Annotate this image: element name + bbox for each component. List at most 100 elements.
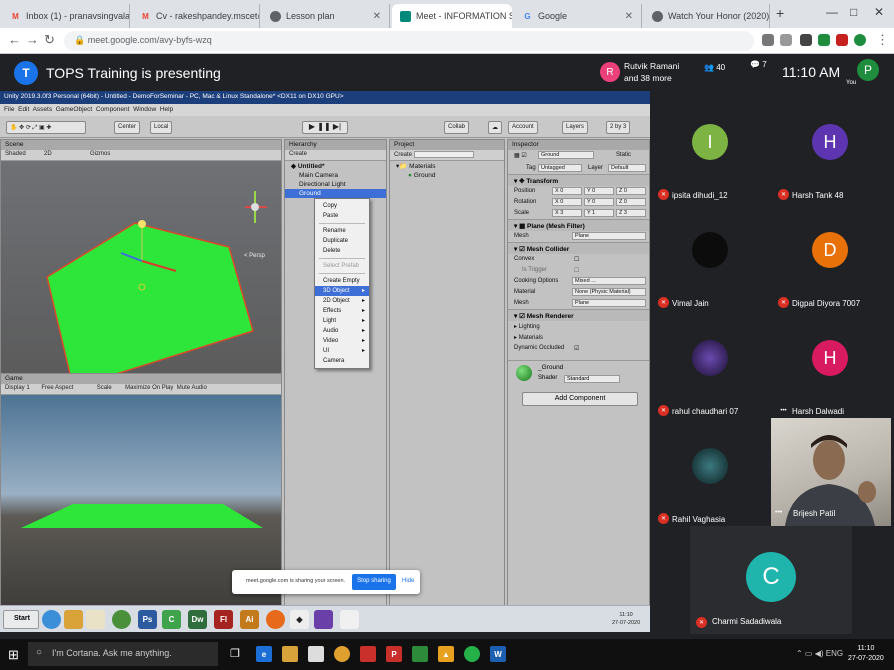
tag-dropdown[interactable]: Untagged — [538, 164, 582, 172]
illustrator-icon[interactable]: Ai — [240, 610, 259, 629]
firefox-icon[interactable] — [266, 610, 285, 629]
hierarchy-item[interactable]: Directional Light — [285, 180, 386, 189]
convex-checkbox[interactable]: ☐ — [574, 256, 579, 263]
trigger-checkbox[interactable]: ☐ — [574, 267, 579, 274]
store-icon[interactable] — [308, 646, 324, 662]
add-component-button[interactable]: Add Component — [522, 392, 638, 406]
edge-icon[interactable]: e — [256, 646, 272, 662]
tab-cv[interactable]: M Cv - rakeshpandey.mscet@b ✕ — [132, 4, 260, 28]
account-button[interactable]: Account — [508, 121, 538, 134]
context-menu-item[interactable]: Duplicate — [315, 236, 369, 246]
pos-x-field[interactable]: X 0 — [552, 187, 582, 195]
minimize-icon[interactable]: — — [826, 5, 838, 19]
new-tab-button[interactable]: + — [776, 5, 784, 21]
menu-assets[interactable]: Assets — [33, 106, 53, 113]
hierarchy-item[interactable]: Main Camera — [285, 171, 386, 180]
stop-sharing-button[interactable]: Stop sharing — [352, 574, 396, 590]
unity-icon[interactable]: ◆ — [290, 610, 309, 629]
context-menu-item[interactable]: Paste — [315, 211, 369, 221]
hierarchy-item-selected[interactable]: Ground — [285, 189, 386, 198]
extension-icon[interactable] — [836, 34, 848, 46]
participant-tile[interactable]: ✕ Vimal Jain — [656, 222, 766, 326]
play-controls[interactable]: ▶ ❚❚ ▶| — [302, 121, 348, 134]
tab-lesson-plan[interactable]: Lesson plan ✕ — [262, 4, 390, 28]
gizmos-dropdown[interactable]: Gizmos — [90, 151, 110, 157]
mesh-field[interactable]: Plane — [572, 232, 646, 240]
menu-component[interactable]: Component — [96, 106, 130, 113]
object-name-field[interactable]: Ground — [538, 151, 594, 159]
menu-edit[interactable]: Edit — [18, 106, 29, 113]
pivot-center-button[interactable]: Center — [114, 121, 141, 134]
ie-icon[interactable] — [42, 610, 61, 629]
powerpoint-icon[interactable]: P — [386, 646, 402, 662]
collab-button[interactable]: Collab — [444, 121, 470, 134]
persp-label[interactable]: < Persp — [244, 253, 265, 259]
create-dropdown[interactable]: Create — [394, 152, 412, 158]
extension-icon[interactable] — [818, 34, 830, 46]
menu-window[interactable]: Window — [133, 106, 156, 113]
maximize-toggle[interactable]: Maximize On Play — [125, 385, 173, 391]
layer-dropdown[interactable]: Default — [608, 164, 646, 172]
context-menu-item[interactable]: Effects ▸ — [315, 306, 369, 316]
participant-tile[interactable]: I ✕ ipsita dihudi_12 — [656, 114, 766, 218]
chrome-icon[interactable] — [112, 610, 131, 629]
participant-video-tile[interactable]: ••• Brijesh Patil — [771, 418, 891, 526]
menu-help[interactable]: Help — [160, 106, 173, 113]
2d-toggle[interactable]: 2D — [44, 151, 52, 157]
transform-header[interactable]: ▾ ✥ Transform — [508, 174, 649, 186]
menu-icon[interactable]: ⋮ — [876, 32, 889, 48]
chrome-icon[interactable] — [334, 646, 350, 662]
forward-icon[interactable]: → — [26, 32, 39, 47]
task-view-icon[interactable]: ❐ — [230, 647, 240, 660]
close-window-icon[interactable]: ✕ — [874, 5, 884, 19]
layers-dropdown[interactable]: Layers — [562, 121, 589, 134]
url-field[interactable]: 🔒 meet.google.com/avy-byfs-wzq — [64, 31, 754, 51]
lighting-row[interactable]: ▸ Lighting — [508, 321, 649, 332]
folder-icon[interactable] — [64, 610, 83, 629]
back-icon[interactable]: ← — [8, 32, 21, 47]
context-menu-item[interactable]: 3D Object ▸ — [315, 286, 369, 296]
project-tab[interactable]: Project — [390, 140, 504, 150]
static-label[interactable]: Static — [616, 152, 631, 158]
context-menu-item[interactable]: 2D Object ▸ — [315, 296, 369, 306]
hierarchy-tab[interactable]: Hierarchy — [285, 140, 386, 150]
context-menu-item[interactable]: Audio ▸ — [315, 326, 369, 336]
camtasia-icon[interactable]: C — [162, 610, 181, 629]
chat-button[interactable]: 💬 7 — [750, 60, 767, 69]
context-menu-item[interactable]: Light ▸ — [315, 316, 369, 326]
collider-mesh-field[interactable]: Plane — [572, 299, 646, 307]
cortana-search[interactable]: ○ I'm Cortana. Ask me anything. — [28, 642, 218, 666]
maximize-icon[interactable]: □ — [850, 5, 857, 19]
participant-tile[interactable]: ✕ rahul chaudhari 07 — [656, 330, 766, 434]
scene-root[interactable]: ◆ Untitled* — [285, 161, 386, 171]
context-menu-item[interactable]: Create Empty — [315, 276, 369, 286]
camera-icon[interactable] — [762, 34, 774, 46]
scene-viewport[interactable]: < Persp — [1, 161, 281, 388]
aspect-dropdown[interactable]: Free Aspect — [41, 385, 73, 391]
file-explorer-icon[interactable] — [282, 646, 298, 662]
project-search-input[interactable] — [413, 151, 474, 158]
context-menu-item[interactable]: Copy — [315, 201, 369, 211]
menu-gameobject[interactable]: GameObject — [56, 106, 93, 113]
create-dropdown[interactable]: Create — [289, 151, 307, 157]
system-clock[interactable]: 11:10 27-07-2020 — [848, 644, 884, 664]
context-menu-item[interactable]: Camera — [315, 356, 369, 366]
tab-watch[interactable]: Watch Your Honor (2020) Sea ✕ — [644, 4, 770, 28]
menu-file[interactable]: File — [4, 106, 14, 113]
whatsapp-icon[interactable] — [464, 646, 480, 662]
participant-tile[interactable]: H ✕ Harsh Tank 48 — [776, 114, 886, 218]
explorer-icon[interactable] — [86, 610, 105, 629]
materials-row[interactable]: ▸ Materials — [508, 332, 649, 343]
shield-icon[interactable] — [800, 34, 812, 46]
vlc-icon[interactable]: ▲ — [438, 646, 454, 662]
reload-icon[interactable]: ↻ — [44, 32, 55, 48]
raised-hand-info[interactable]: Rutvik Ramani and 38 more — [624, 60, 679, 84]
shaded-dropdown[interactable]: Shaded — [5, 151, 26, 157]
context-menu-item[interactable]: Rename — [315, 226, 369, 236]
tab-inbox[interactable]: M Inbox (1) - pranavsingvala.m ✕ — [2, 4, 130, 28]
mesh-renderer-header[interactable]: ▾ ☑ Mesh Renderer — [508, 309, 649, 321]
word-icon[interactable]: W — [490, 646, 506, 662]
context-menu-item[interactable]: Video ▸ — [315, 336, 369, 346]
system-tray-icons[interactable]: ⌃ ▭ ◀) ENG — [796, 649, 843, 658]
mute-toggle[interactable]: Mute Audio — [177, 385, 207, 391]
